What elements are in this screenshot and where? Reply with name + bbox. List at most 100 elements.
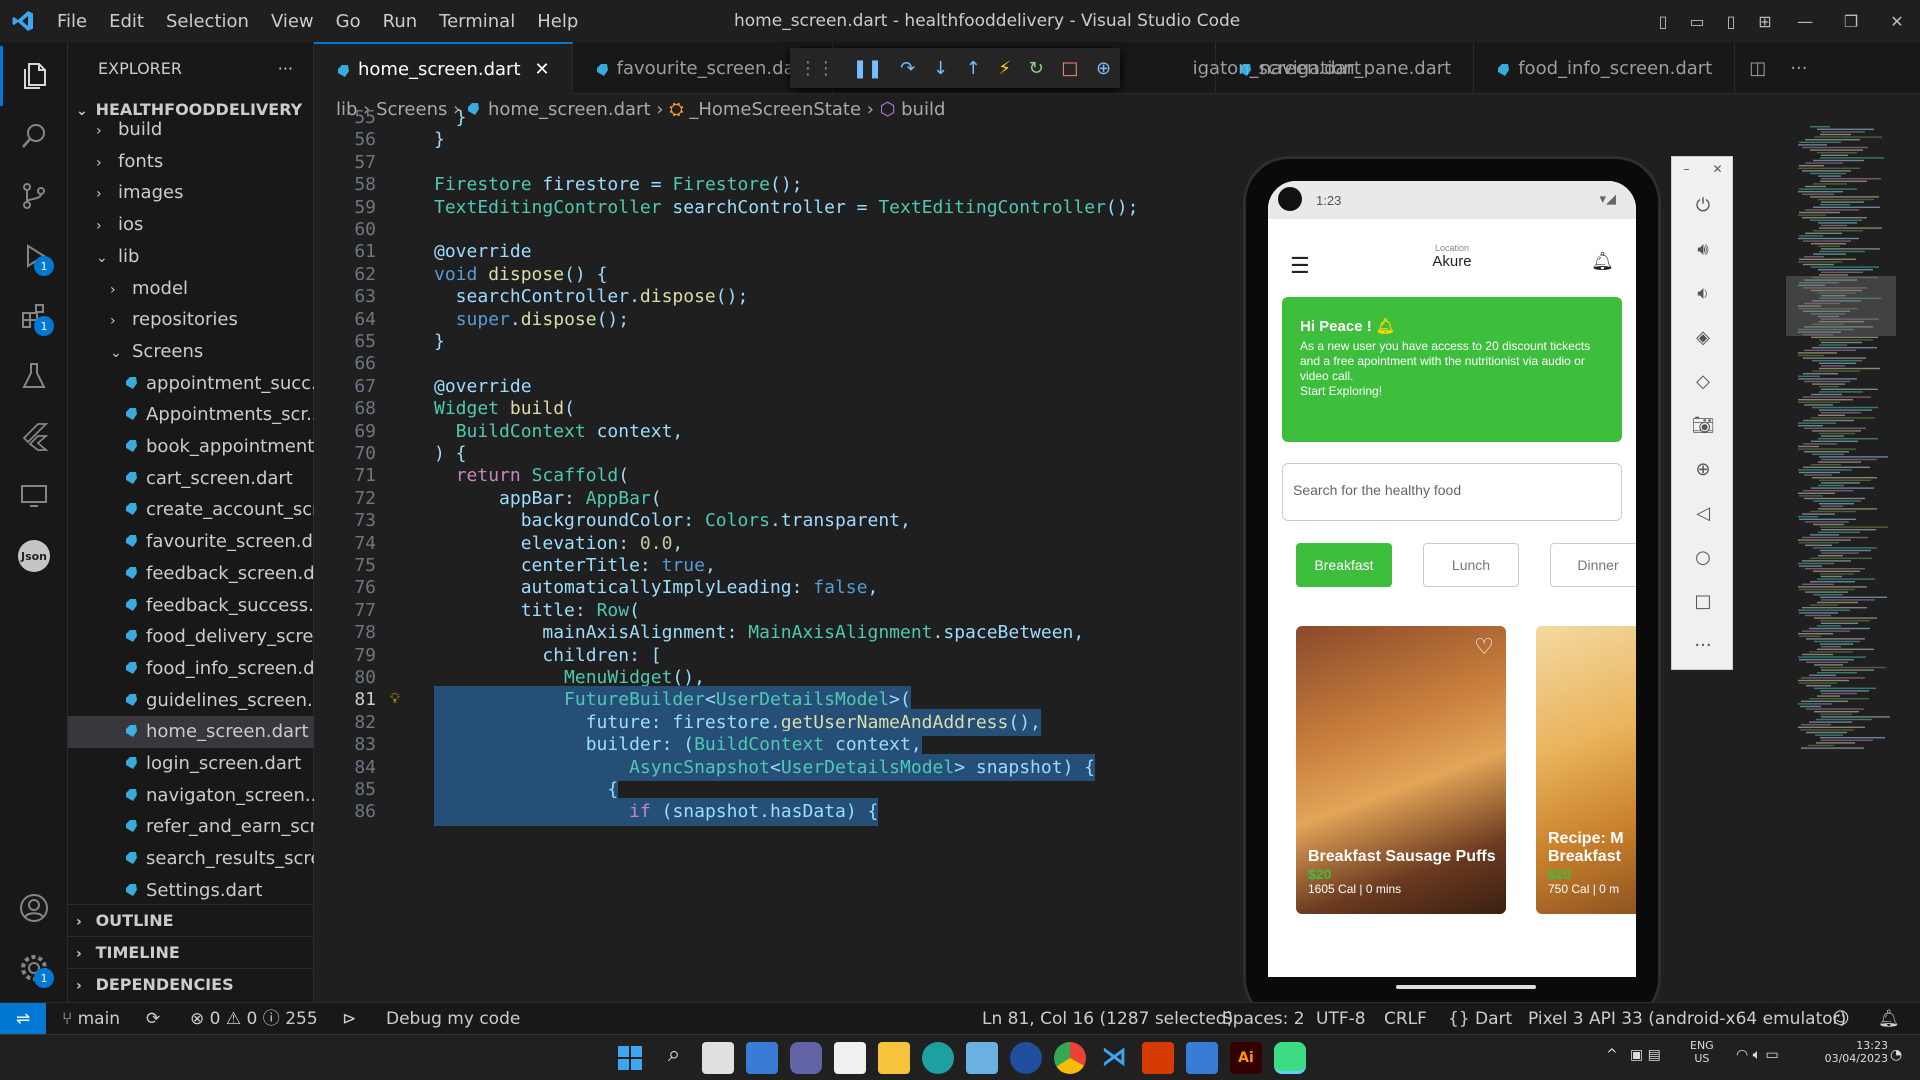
folder-item[interactable]: › images [68,177,314,209]
pause-icon[interactable]: ❚❚ [852,58,882,79]
toggle-sidebar-icon[interactable]: ▯ [1646,12,1680,31]
sync-icon[interactable]: ⟳ [146,1003,160,1035]
problems-indicator[interactable]: ⊗ 0 ⚠ 0 ⓘ 255 [190,1003,318,1035]
hot-reload-icon[interactable]: ⚡ [998,58,1011,79]
teams-chat-icon[interactable] [790,1042,822,1074]
debug-config[interactable]: Debug my code [386,1003,520,1035]
devtools-icon[interactable]: ⊕ [1096,58,1111,79]
folder-item[interactable]: ⌄ Screens [68,336,314,368]
file-item[interactable]: Appointments_scr... [68,399,314,431]
accounts-icon[interactable] [0,878,68,938]
photos-icon[interactable] [966,1042,998,1074]
file-item[interactable]: book_appointment... [68,431,314,463]
dependencies-section[interactable]: › DEPENDENCIES [68,968,314,1000]
encoding[interactable]: UTF-8 [1316,1003,1366,1035]
file-item[interactable]: appointment_succ... [68,368,314,400]
folder-item[interactable]: › ios [68,209,314,241]
toggle-panel-icon[interactable]: ▭ [1680,12,1714,31]
power-icon[interactable]: ⏻ [1672,183,1734,227]
back-icon[interactable]: ◁ [1672,491,1734,535]
minimap[interactable] [1786,126,1920,1002]
file-item[interactable]: Settings.dart [68,875,314,907]
folder-item[interactable]: › repositories [68,304,314,336]
illustrator-icon[interactable]: Ai [1230,1042,1262,1074]
search-icon[interactable] [0,106,68,166]
remote-explorer-icon[interactable] [0,466,68,526]
menu-go[interactable]: Go [325,11,372,32]
tab-navigation-pane[interactable]: navigation_pane.dart [1216,42,1475,94]
stop-icon[interactable]: □ [1061,58,1078,79]
volume-up-icon[interactable]: 🔊︎ [1672,227,1734,271]
app-icon[interactable] [1186,1042,1218,1074]
end-of-line[interactable]: CRLF [1384,1003,1427,1035]
menu-help[interactable]: Help [526,11,589,32]
file-item[interactable]: feedback_screen.d... [68,558,314,590]
restart-icon[interactable]: ↻ [1029,58,1044,79]
tray-icons[interactable]: ▣ ▤ [1630,1047,1661,1063]
folder-item[interactable]: › build [68,114,314,146]
android-emulator-icon[interactable] [1274,1042,1306,1074]
notification-icon[interactable]: ◔ [1890,1047,1902,1063]
timeline-section[interactable]: › TIMELINE [68,936,314,968]
step-out-icon[interactable]: ↑ [966,58,981,79]
camera-icon[interactable]: 📷︎ [1672,403,1734,447]
rotate-left-icon[interactable]: ◈ [1672,315,1734,359]
close-window-button[interactable]: ✕ [1874,12,1920,31]
indentation[interactable]: Spaces: 2 [1222,1003,1305,1035]
file-item[interactable]: guidelines_screen.... [68,685,314,717]
search-input[interactable]: Search for the healthy food [1282,463,1622,521]
file-item[interactable]: create_account_scr... [68,494,314,526]
food-card-1[interactable]: ♡ Breakfast Sausage Puffs $20 1605 Cal |… [1296,626,1506,914]
step-into-icon[interactable]: ↓ [933,58,948,79]
wifi-volume-battery-icons[interactable]: ◠ 🔈︎ ▭ [1736,1047,1779,1063]
app-icon[interactable] [1010,1042,1042,1074]
more-actions-icon[interactable]: ··· [1780,42,1817,94]
flutter-icon[interactable] [0,406,68,466]
file-item[interactable]: food_delivery_scre... [68,621,314,653]
run-debug-icon[interactable]: 1 [0,226,68,286]
show-hidden-icons[interactable]: ^ [1606,1047,1618,1063]
file-item[interactable]: navigaton_screen.... [68,780,314,812]
file-item[interactable]: search_results_scre... [68,843,314,875]
explorer-icon[interactable] [0,46,68,106]
branch-indicator[interactable]: ⑂ main [62,1003,120,1035]
outline-section[interactable]: › OUTLINE [68,904,314,936]
category-lunch[interactable]: Lunch [1423,543,1519,587]
json-icon[interactable]: Json [0,526,68,586]
drag-handle-icon[interactable]: ⋮⋮ [799,58,835,79]
restore-button[interactable]: ❐ [1828,12,1874,31]
menu-selection[interactable]: Selection [155,11,260,32]
customize-layout-icon[interactable]: ⊞ [1748,12,1782,31]
menu-view[interactable]: View [260,11,325,32]
testing-flask-icon[interactable] [0,346,68,406]
wps-office-icon[interactable] [1142,1042,1174,1074]
feedback-icon[interactable]: ☺ [1832,1003,1850,1035]
promo-card[interactable]: Hi Peace ! 🔔︎ As a new user you have acc… [1282,297,1622,442]
home-icon[interactable]: ○ [1672,535,1734,579]
tab-home-screen[interactable]: home_screen.dart ✕ [314,42,573,94]
food-card-2[interactable]: Recipe: M Breakfast $20 750 Cal | 0 m [1536,626,1636,914]
debug-run-icon[interactable]: ⊳ [342,1003,356,1035]
emulator-close-icon[interactable]: ✕ [1712,162,1722,176]
file-item[interactable]: refer_and_earn_scr... [68,811,314,843]
microsoft-store-icon[interactable] [834,1042,866,1074]
file-item[interactable]: home_screen.dart [68,716,314,749]
file-item[interactable]: cart_screen.dart [68,463,314,495]
file-item[interactable]: favourite_screen.d... [68,526,314,558]
settings-gear-icon[interactable]: 1 [0,938,68,998]
notifications-bell-icon[interactable]: 🔔︎ [1878,1003,1900,1035]
bell-icon[interactable]: 🔔︎ [1591,251,1614,272]
rotate-right-icon[interactable]: ◇ [1672,359,1734,403]
zoom-icon[interactable]: ⊕ [1672,447,1734,491]
toggle-secondary-sidebar-icon[interactable]: ▯ [1714,12,1748,31]
remote-indicator-icon[interactable]: ⇌ [0,1003,46,1035]
file-explorer-icon[interactable] [878,1042,910,1074]
close-tab-icon[interactable]: ✕ [535,59,550,80]
more-options-icon[interactable]: ··· [1672,623,1734,667]
menu-terminal[interactable]: Terminal [428,11,526,32]
device-selector[interactable]: Pixel 3 API 33 (android-x64 emulator) [1528,1003,1846,1035]
vscode-taskbar-icon[interactable]: ⋊ [1098,1042,1130,1074]
file-item[interactable]: login_screen.dart [68,748,314,780]
heart-icon[interactable]: ♡ [1474,634,1494,660]
overview-icon[interactable]: □ [1672,579,1734,623]
